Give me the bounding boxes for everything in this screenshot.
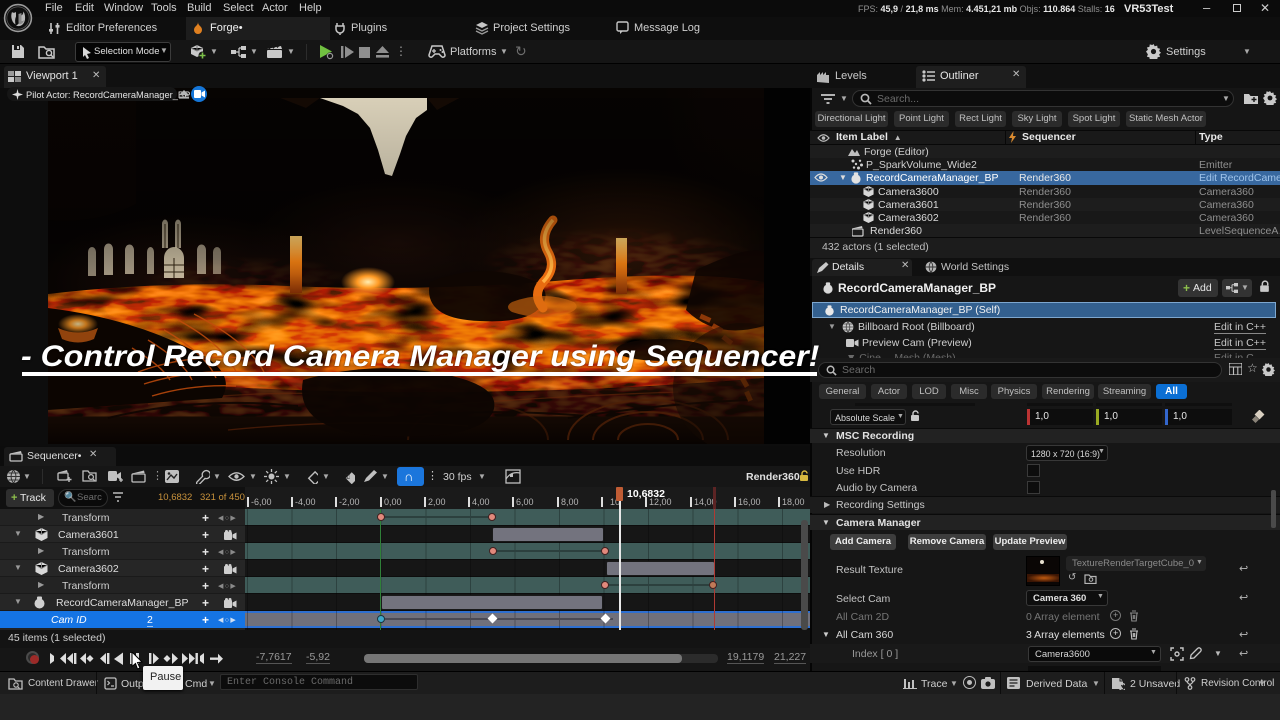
svg-text:⚿: ⚿ [345, 474, 350, 481]
